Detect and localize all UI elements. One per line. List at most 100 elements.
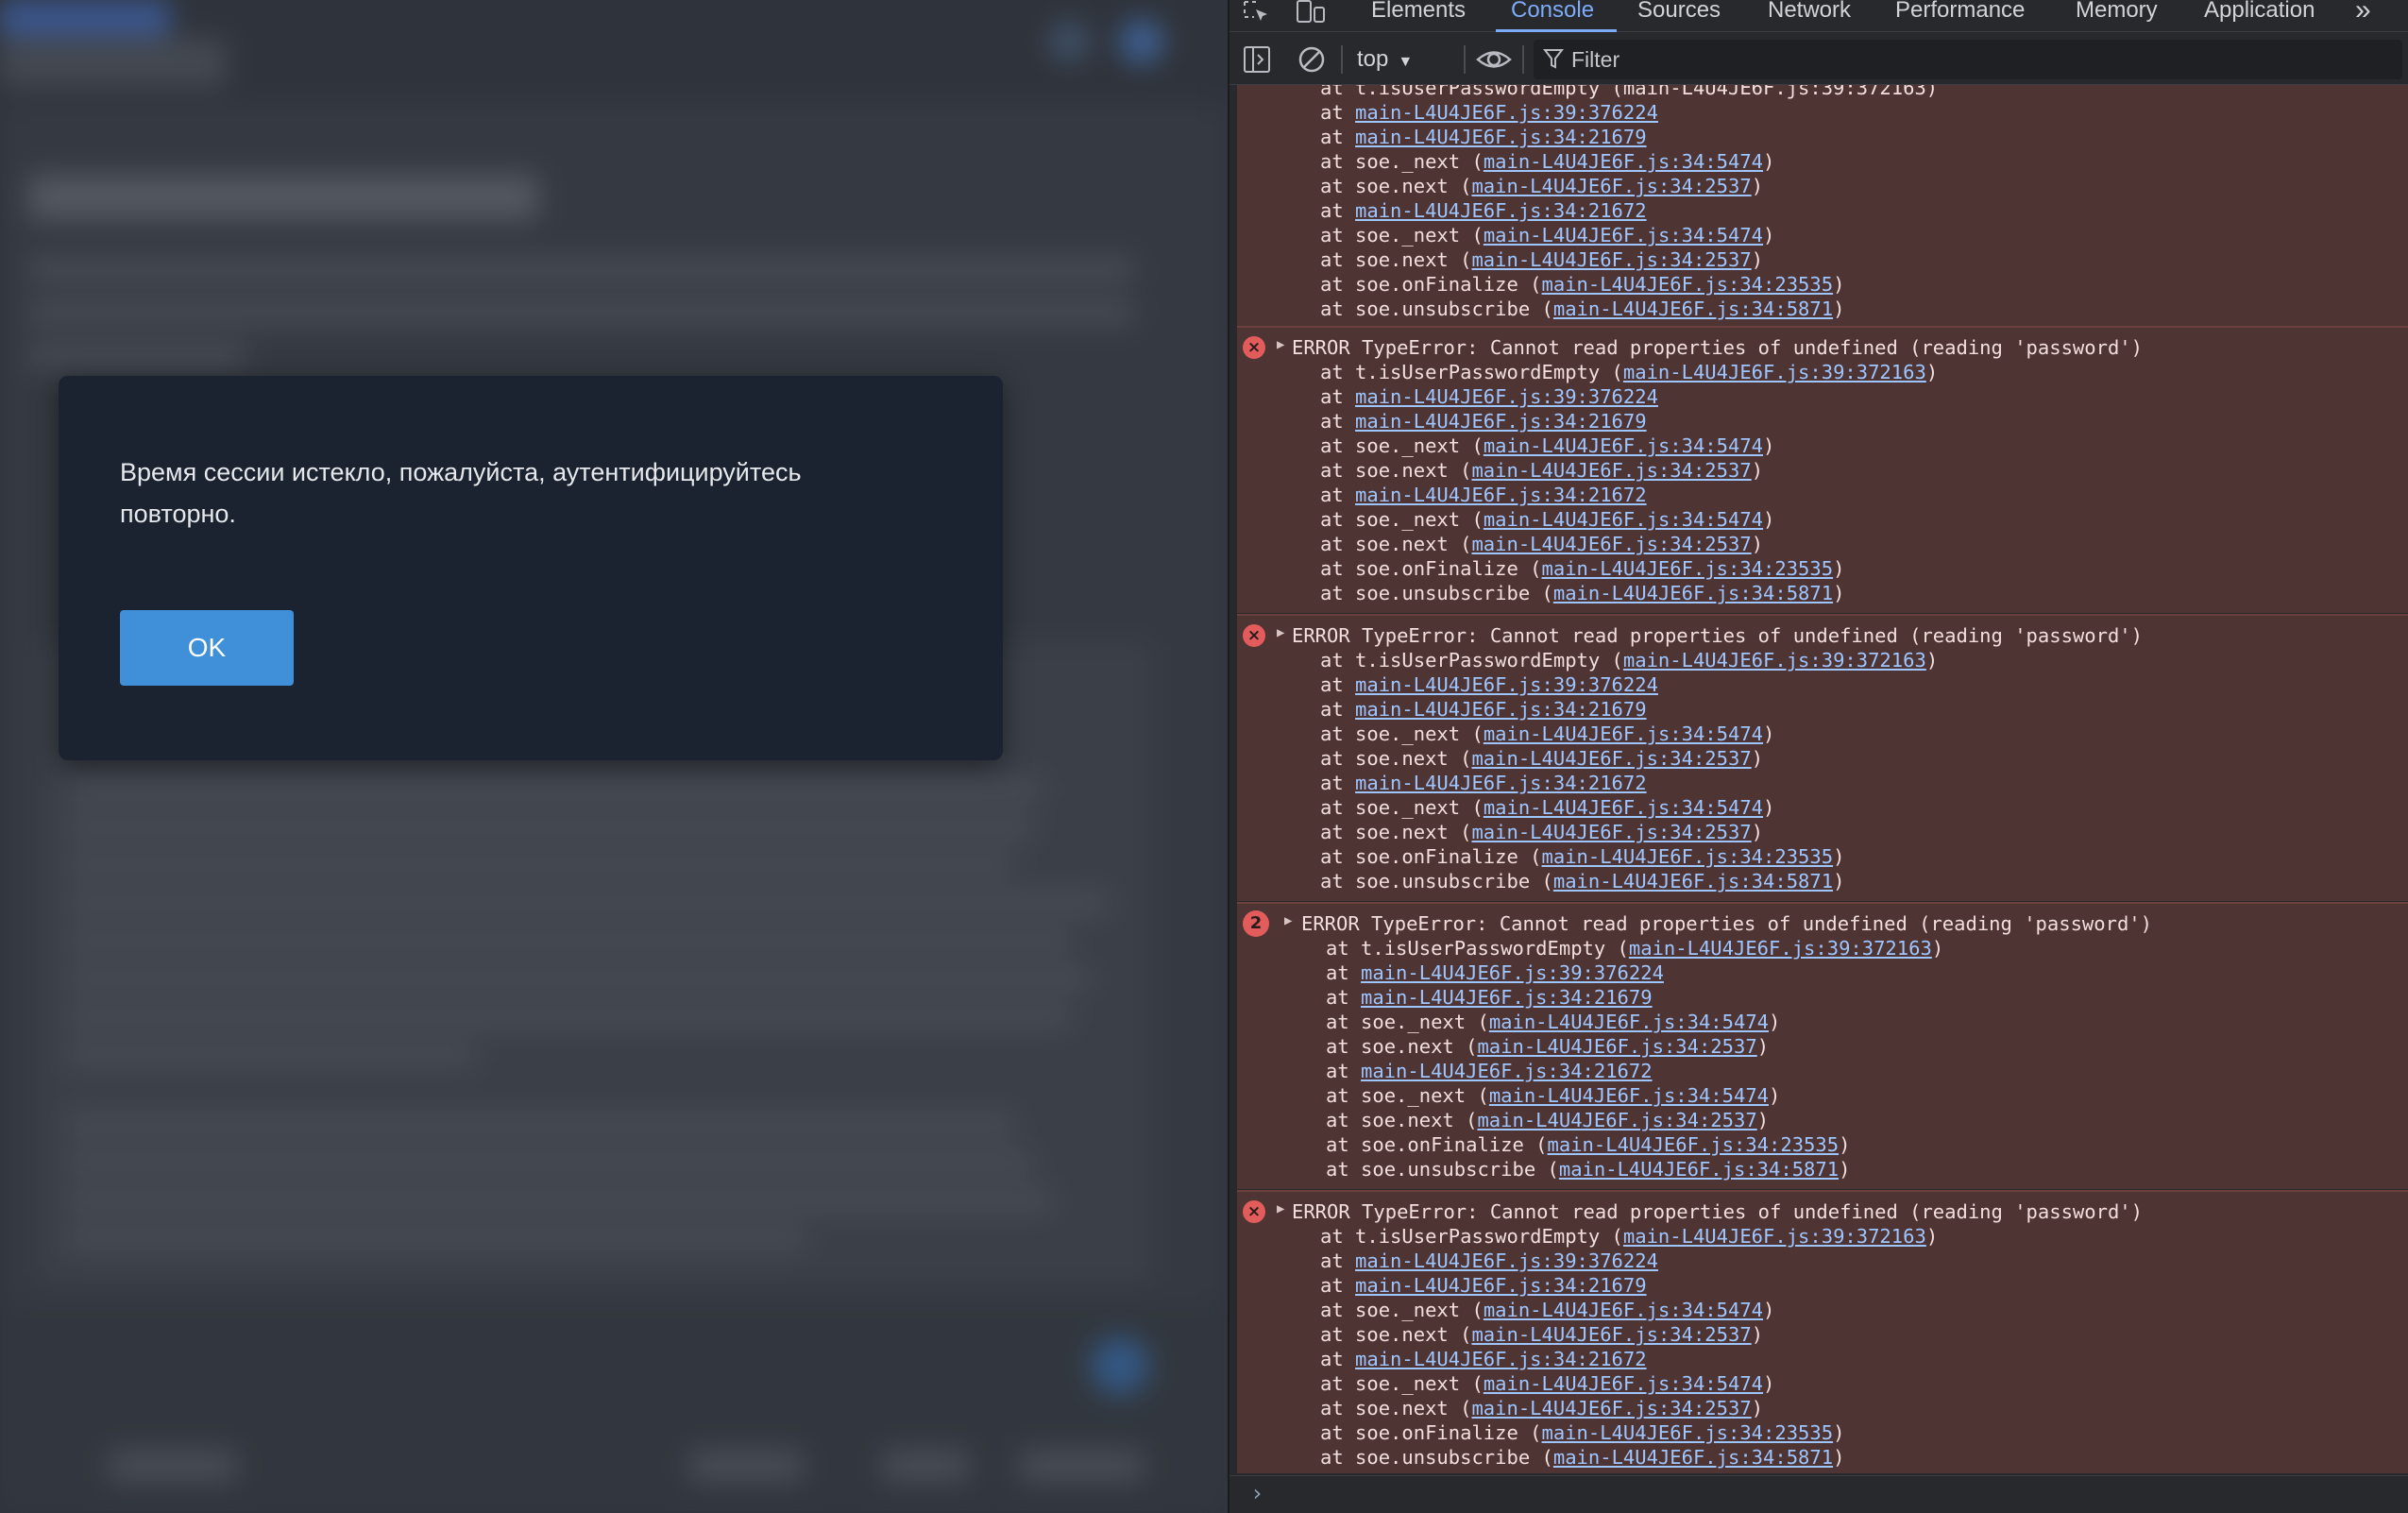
source-link[interactable]: main-L4U4JE6F.js:34:23535 [1542, 845, 1834, 868]
tab-memory[interactable]: Memory [2076, 0, 2158, 32]
tab-network[interactable]: Network [1768, 0, 1851, 32]
stack-frame-paren: ( [1460, 508, 1484, 531]
tab-performance[interactable]: Performance [1895, 0, 2025, 32]
stack-frame-paren: ) [1751, 1323, 1764, 1346]
source-link[interactable]: main-L4U4JE6F.js:34:21679 [1355, 410, 1647, 433]
stack-frame: at main-L4U4JE6F.js:34:21672 [1326, 1059, 1653, 1083]
source-link[interactable]: main-L4U4JE6F.js:34:5871 [1553, 298, 1833, 320]
source-link[interactable]: main-L4U4JE6F.js:39:376224 [1361, 961, 1664, 984]
console-prompt[interactable]: › [1229, 1475, 2408, 1513]
source-link[interactable]: main-L4U4JE6F.js:34:2537 [1471, 533, 1751, 555]
source-link[interactable]: main-L4U4JE6F.js:34:23535 [1542, 273, 1834, 296]
source-link[interactable]: main-L4U4JE6F.js:34:5474 [1484, 1299, 1763, 1321]
source-link[interactable]: main-L4U4JE6F.js:34:5871 [1553, 870, 1833, 892]
console-error[interactable]: × ▶ ERROR TypeError: Cannot read propertie… [1237, 614, 2408, 901]
stack-frame-paren: ) [1833, 845, 1845, 868]
stack-frame-function: soe.next [1355, 821, 1449, 843]
source-link[interactable]: main-L4U4JE6F.js:34:5474 [1484, 224, 1763, 246]
stack-frame-paren: ( [1448, 248, 1472, 271]
expand-triangle-icon[interactable]: ▶ [1277, 625, 1284, 640]
source-link[interactable]: main-L4U4JE6F.js:39:376224 [1355, 101, 1658, 124]
stack-frame-function: t.isUserPasswordEmpty [1355, 1225, 1601, 1248]
stack-frame: at soe.next (main-L4U4JE6F.js:34:2537) [1320, 532, 1763, 556]
source-link[interactable]: main-L4U4JE6F.js:34:5871 [1553, 1446, 1833, 1469]
source-link[interactable]: main-L4U4JE6F.js:39:372163 [1629, 937, 1932, 960]
app-viewport: Время сессии истекло, пожалуйста, аутент… [0, 0, 1228, 1513]
source-link[interactable]: main-L4U4JE6F.js:34:2537 [1471, 459, 1751, 482]
stack-frame-text: at [1320, 845, 1356, 868]
stack-frame-paren: ) [1763, 1299, 1775, 1321]
clear-console-icon[interactable] [1297, 45, 1326, 78]
stack-frame-paren: ) [1833, 1446, 1845, 1469]
source-link[interactable]: main-L4U4JE6F.js:34:2537 [1471, 1397, 1751, 1420]
console-error[interactable]: × ▶ ERROR TypeError: Cannot read propertie… [1237, 326, 2408, 613]
source-link[interactable]: main-L4U4JE6F.js:34:21679 [1355, 126, 1647, 148]
device-toolbar-icon[interactable] [1296, 0, 1328, 28]
source-link[interactable]: main-L4U4JE6F.js:34:5474 [1484, 508, 1763, 531]
inspect-element-icon[interactable] [1243, 0, 1271, 28]
tab-elements[interactable]: Elements [1371, 0, 1466, 32]
source-link[interactable]: main-L4U4JE6F.js:34:23535 [1542, 1421, 1834, 1444]
source-link[interactable]: main-L4U4JE6F.js:34:21679 [1361, 986, 1653, 1009]
tab-console[interactable]: Console [1511, 0, 1594, 32]
source-link[interactable]: main-L4U4JE6F.js:34:21672 [1355, 1348, 1647, 1370]
more-tabs-icon[interactable]: » [2355, 0, 2371, 32]
source-link[interactable]: main-L4U4JE6F.js:39:372163 [1623, 1225, 1926, 1248]
source-link[interactable]: main-L4U4JE6F.js:34:2537 [1477, 1035, 1756, 1058]
expand-triangle-icon[interactable]: ▶ [1277, 1201, 1284, 1216]
source-link[interactable]: main-L4U4JE6F.js:39:376224 [1355, 673, 1658, 696]
source-link[interactable]: main-L4U4JE6F.js:39:372163 [1623, 361, 1926, 383]
console-error[interactable]: 2 ▶ ERROR TypeError: Cannot read propertie… [1237, 902, 2408, 1189]
stack-frame: at soe.next (main-L4U4JE6F.js:34:2537) [1320, 247, 1763, 272]
source-link[interactable]: main-L4U4JE6F.js:34:2537 [1471, 821, 1751, 843]
error-message: ERROR TypeError: Cannot read properties … [1292, 336, 2143, 359]
source-link[interactable]: main-L4U4JE6F.js:39:376224 [1355, 385, 1658, 408]
console-error[interactable]: × ▶ ERROR TypeError: Cannot read propertie… [1237, 1190, 2408, 1473]
expand-triangle-icon[interactable]: ▶ [1284, 913, 1292, 928]
filter-input[interactable] [1571, 44, 2383, 75]
source-link[interactable]: main-L4U4JE6F.js:34:5474 [1489, 1011, 1769, 1033]
stack-frame: at soe.onFinalize (main-L4U4JE6F.js:34:2… [1320, 844, 1844, 869]
source-link[interactable]: main-L4U4JE6F.js:34:5474 [1484, 434, 1763, 457]
source-link[interactable]: main-L4U4JE6F.js:34:5871 [1559, 1158, 1839, 1181]
source-link[interactable]: main-L4U4JE6F.js:34:2537 [1471, 248, 1751, 271]
stack-frame-text: at [1320, 722, 1356, 745]
live-expression-icon[interactable] [1475, 45, 1513, 78]
source-link[interactable]: main-L4U4JE6F.js:39:372163 [1623, 649, 1926, 672]
tab-sources[interactable]: Sources [1637, 0, 1721, 32]
stack-frame-text: at [1320, 484, 1356, 506]
stack-frame-paren: ) [1756, 1109, 1770, 1131]
ok-button[interactable]: OK [120, 610, 294, 686]
source-link[interactable]: main-L4U4JE6F.js:34:5474 [1484, 796, 1763, 819]
stack-frame-text: at [1320, 459, 1356, 482]
stack-frame-function: soe._next [1361, 1011, 1467, 1033]
stack-frame-paren: ( [1530, 582, 1553, 604]
source-link[interactable]: main-L4U4JE6F.js:34:21672 [1355, 772, 1647, 794]
source-link[interactable]: main-L4U4JE6F.js:34:5474 [1489, 1084, 1769, 1107]
source-link[interactable]: main-L4U4JE6F.js:34:21679 [1355, 1274, 1647, 1297]
source-link[interactable]: main-L4U4JE6F.js:34:5474 [1484, 150, 1763, 173]
stack-frame-text: at [1320, 747, 1356, 770]
tab-application[interactable]: Application [2204, 0, 2315, 32]
source-link[interactable]: main-L4U4JE6F.js:39:376224 [1355, 1250, 1658, 1272]
source-link[interactable]: main-L4U4JE6F.js:34:5474 [1484, 1372, 1763, 1395]
source-link[interactable]: main-L4U4JE6F.js:34:2537 [1471, 175, 1751, 197]
source-link[interactable]: main-L4U4JE6F.js:34:21679 [1355, 698, 1647, 721]
source-link[interactable]: main-L4U4JE6F.js:34:2537 [1477, 1109, 1756, 1131]
context-selector[interactable]: top ▼ [1357, 43, 1413, 76]
source-link[interactable]: main-L4U4JE6F.js:34:2537 [1471, 1323, 1751, 1346]
source-link[interactable]: main-L4U4JE6F.js:34:21672 [1355, 484, 1647, 506]
stack-frame-text: at [1320, 101, 1356, 124]
source-link[interactable]: main-L4U4JE6F.js:34:2537 [1471, 747, 1751, 770]
console-sidebar-icon[interactable] [1243, 45, 1271, 78]
stack-frame-paren: ) [1763, 1372, 1775, 1395]
source-link[interactable]: main-L4U4JE6F.js:34:23535 [1542, 557, 1834, 580]
source-link[interactable]: main-L4U4JE6F.js:34:5474 [1484, 722, 1763, 745]
source-link[interactable]: main-L4U4JE6F.js:34:21672 [1361, 1060, 1653, 1082]
stack-frame-text: at [1320, 1274, 1356, 1297]
stack-frame-paren: ( [1460, 722, 1484, 745]
source-link[interactable]: main-L4U4JE6F.js:34:23535 [1548, 1133, 1840, 1156]
expand-triangle-icon[interactable]: ▶ [1277, 337, 1284, 352]
source-link[interactable]: main-L4U4JE6F.js:34:21672 [1355, 199, 1647, 222]
source-link[interactable]: main-L4U4JE6F.js:34:5871 [1553, 582, 1833, 604]
